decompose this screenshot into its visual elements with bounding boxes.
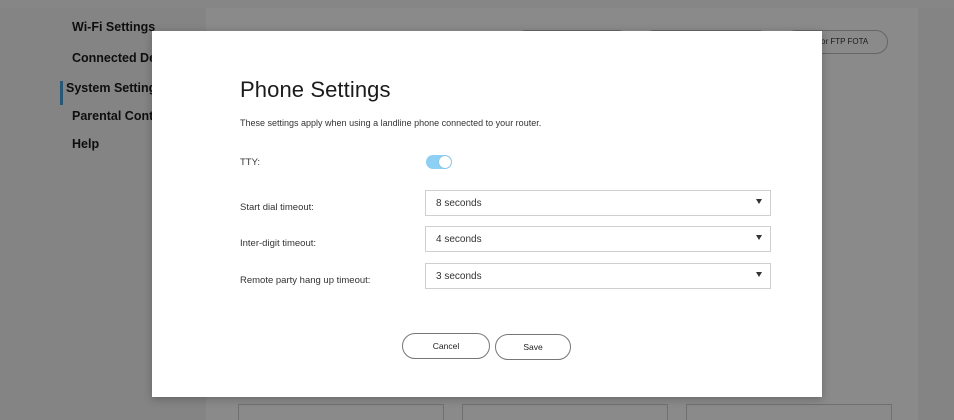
cancel-button[interactable]: Cancel <box>402 333 490 359</box>
start-dial-timeout-label: Start dial timeout: <box>240 202 314 213</box>
chevron-down-icon <box>756 199 762 204</box>
tty-label: TTY: <box>240 157 261 168</box>
save-button[interactable]: Save <box>495 334 571 360</box>
dialog-description: These settings apply when using a landli… <box>240 118 542 128</box>
inter-digit-timeout-label: Inter-digit timeout: <box>240 238 317 249</box>
inter-digit-timeout-select[interactable]: 4 seconds <box>425 226 771 252</box>
start-dial-timeout-select[interactable]: 8 seconds <box>425 190 771 216</box>
phone-settings-dialog: Phone Settings These settings apply when… <box>152 31 822 397</box>
start-dial-timeout-value: 8 seconds <box>436 198 482 209</box>
chevron-down-icon <box>756 272 762 277</box>
remote-hangup-timeout-select[interactable]: 3 seconds <box>425 263 771 289</box>
toggle-knob <box>439 156 451 168</box>
remote-hangup-timeout-label: Remote party hang up timeout: <box>240 275 371 286</box>
remote-hangup-timeout-value: 3 seconds <box>436 271 482 282</box>
tty-toggle[interactable] <box>426 155 452 169</box>
dialog-title: Phone Settings <box>240 77 391 102</box>
inter-digit-timeout-value: 4 seconds <box>436 234 482 245</box>
chevron-down-icon <box>756 235 762 240</box>
